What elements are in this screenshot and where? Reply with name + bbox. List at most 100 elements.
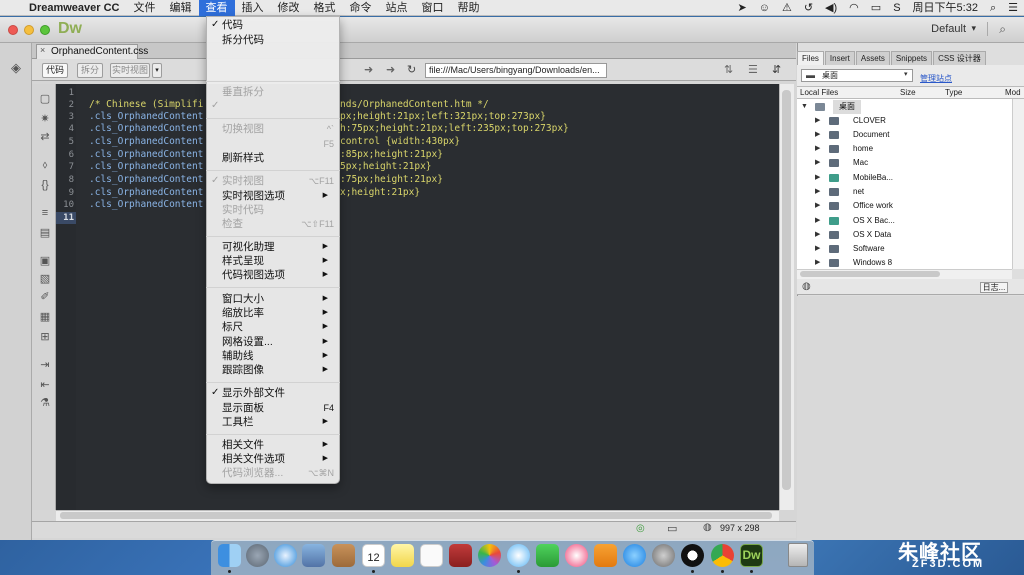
tree-root[interactable]: ▼ 桌面 xyxy=(797,100,1012,114)
split-view-button[interactable]: 拆分 xyxy=(77,63,103,78)
code-view-button[interactable]: 代码 xyxy=(42,63,68,78)
tree-item[interactable]: ▶ MobileBa... xyxy=(797,171,1012,185)
refresh-icon[interactable]: ↻ xyxy=(407,63,416,77)
time-machine-icon[interactable]: ↺ xyxy=(798,0,819,16)
back-arrow-icon[interactable]: ➜ xyxy=(364,63,373,77)
close-window-icon[interactable] xyxy=(8,25,18,35)
tree-item[interactable]: ▶ CLOVER xyxy=(797,114,1012,128)
window-size-icon[interactable]: ◍ xyxy=(703,522,712,533)
validation-ok-icon[interactable]: ◎ xyxy=(636,523,645,534)
tab-insert[interactable]: Insert xyxy=(824,51,855,65)
forward-arrow-icon[interactable]: ➜ xyxy=(386,63,395,77)
tab-files[interactable]: Files xyxy=(797,51,824,65)
menu-site[interactable]: 站点 xyxy=(379,0,415,16)
address-field[interactable]: file:///Mac/Users/bingyang/Downloads/en.… xyxy=(425,63,607,78)
col-size[interactable]: Size xyxy=(900,87,916,99)
select-parent-icon[interactable]: ⬨ xyxy=(37,158,53,172)
collapsed-triangle-icon[interactable]: ▶ xyxy=(815,114,820,128)
menu-app-name[interactable]: Dreamweaver CC xyxy=(22,0,127,16)
move-css-icon[interactable]: ⊞ xyxy=(37,330,53,344)
col-type[interactable]: Type xyxy=(945,87,962,99)
menu-item-refresh-styles[interactable]: 刷新样式 xyxy=(206,151,340,165)
sort-icon[interactable]: ⇵ xyxy=(772,63,781,77)
reminders-icon[interactable] xyxy=(420,544,443,567)
safari-icon[interactable] xyxy=(274,544,297,567)
zoom-window-icon[interactable] xyxy=(40,25,50,35)
menu-help[interactable]: 帮助 xyxy=(451,0,487,16)
collapsed-triangle-icon[interactable]: ▶ xyxy=(815,214,820,228)
spotlight-icon[interactable]: ⌕ xyxy=(984,0,1002,16)
log-button[interactable]: 日志... xyxy=(980,282,1008,293)
finder-icon[interactable] xyxy=(218,544,241,567)
indent-icon[interactable]: ⇥ xyxy=(37,358,53,372)
preview-icon[interactable] xyxy=(302,544,325,567)
calendar-icon[interactable]: 12 xyxy=(362,544,385,567)
files-horizontal-scroll-thumb[interactable] xyxy=(800,271,940,277)
tab-close-icon[interactable]: × xyxy=(40,45,45,55)
collapse-icon[interactable]: ✷ xyxy=(37,112,53,126)
collapsed-triangle-icon[interactable]: ▶ xyxy=(815,128,820,142)
itunes-icon[interactable] xyxy=(565,544,588,567)
collapsed-triangle-icon[interactable]: ▶ xyxy=(815,156,820,170)
search-icon[interactable]: ⌕ xyxy=(999,22,1006,37)
volume-icon[interactable]: ◀) xyxy=(819,0,843,16)
menu-item-tracing-image[interactable]: 跟踪图像 ▶ xyxy=(206,363,340,377)
menu-item-window-size[interactable]: 窗口大小 ▶ xyxy=(206,292,340,306)
menu-modify[interactable]: 修改 xyxy=(271,0,307,16)
s-app-icon[interactable]: S xyxy=(887,0,906,16)
menu-item-code-view-options[interactable]: 代码视图选项 ▶ xyxy=(206,268,340,282)
menu-item-show-panels[interactable]: 显示面板 F4 xyxy=(206,401,340,415)
collapsed-triangle-icon[interactable]: ▶ xyxy=(815,199,820,213)
tree-item[interactable]: ▶ OS X Data xyxy=(797,228,1012,242)
menu-item-split-code[interactable]: 拆分代码 xyxy=(206,33,340,47)
collapsed-triangle-icon[interactable]: ▶ xyxy=(815,171,820,185)
tree-item[interactable]: ▶ Software xyxy=(797,242,1012,256)
connect-status-icon[interactable]: ◍ xyxy=(802,281,811,292)
menu-item-guides[interactable]: 辅助线 ▶ xyxy=(206,349,340,363)
visual-aids-icon[interactable]: ☰ xyxy=(748,63,758,77)
remove-comment-icon[interactable]: ▧ xyxy=(37,272,53,286)
menu-file[interactable]: 文件 xyxy=(127,0,163,16)
qq-status-icon[interactable]: ☺ xyxy=(753,0,776,16)
photo-booth-icon[interactable] xyxy=(449,544,472,567)
live-view-button[interactable]: 实时视图 xyxy=(110,63,150,78)
workspace-switcher[interactable]: Default xyxy=(931,23,966,35)
recent-snippets-icon[interactable]: ▦ xyxy=(37,310,53,324)
menu-view[interactable]: 查看 xyxy=(198,0,235,16)
facetime-icon[interactable] xyxy=(536,544,559,567)
photos-icon[interactable] xyxy=(478,544,501,567)
tree-item[interactable]: ▶ net xyxy=(797,185,1012,199)
menu-item-unlabeled-checked[interactable]: ✓ xyxy=(206,99,340,113)
tree-item[interactable]: ▶ Mac xyxy=(797,156,1012,170)
contacts-icon[interactable] xyxy=(332,544,355,567)
menu-item-inspect[interactable]: 检查 ⌥⇧F11 xyxy=(206,217,340,231)
wrap-tag-icon[interactable]: ✐ xyxy=(37,290,53,304)
open-documents-icon[interactable]: ▢ xyxy=(37,92,53,106)
code-vertical-scroll-thumb[interactable] xyxy=(782,90,791,490)
location-arrow-icon[interactable]: ➤ xyxy=(732,0,753,16)
messages-icon[interactable] xyxy=(507,544,530,567)
tab-snippets[interactable]: Snippets xyxy=(890,51,933,65)
menu-commands[interactable]: 命令 xyxy=(343,0,379,16)
menu-item-rulers[interactable]: 标尺 ▶ xyxy=(206,320,340,334)
dreamweaver-icon[interactable]: Dw xyxy=(740,544,763,567)
ibooks-icon[interactable] xyxy=(594,544,617,567)
balance-braces-icon[interactable]: {} xyxy=(37,178,53,192)
tree-item[interactable]: ▶ OS X Bac... xyxy=(797,214,1012,228)
menu-item-vertical-split[interactable]: 垂直拆分 xyxy=(206,85,340,99)
file-management-icon[interactable]: ⇅ xyxy=(724,63,733,77)
chevron-down-icon[interactable]: ▾ xyxy=(904,70,908,78)
menu-item-live-code[interactable]: 实时代码 xyxy=(206,203,340,217)
notification-center-icon[interactable]: ☰ xyxy=(1002,0,1024,16)
menu-item-magnification[interactable]: 缩放比率 ▶ xyxy=(206,306,340,320)
notes-icon[interactable] xyxy=(391,544,414,567)
alert-icon[interactable]: ⚠ xyxy=(776,0,798,16)
screen-size-icon[interactable]: ▭ xyxy=(667,522,677,535)
tree-item[interactable]: ▶ Office work xyxy=(797,199,1012,213)
workspace-dropdown-icon[interactable]: ▾ xyxy=(971,23,976,34)
comment-icon[interactable]: ▣ xyxy=(37,254,53,268)
layers-icon[interactable]: ◈ xyxy=(8,61,24,75)
expand-icon[interactable]: ⇄ xyxy=(37,130,53,144)
document-tab[interactable]: OrphanedContent.css xyxy=(36,44,148,59)
format-source-icon[interactable]: ⚗ xyxy=(37,396,53,410)
